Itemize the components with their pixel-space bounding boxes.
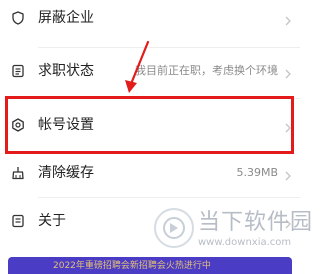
settings-item-label: 清除缓存 <box>38 165 94 181</box>
chevron-right-icon <box>284 65 292 79</box>
promo-banner[interactable]: 2022年重磅招聘会新招聘会火热进行中 <box>8 257 292 274</box>
settings-item-label: 关于 <box>38 213 66 229</box>
chevron-right-icon <box>284 167 292 181</box>
info-document-icon <box>11 214 25 228</box>
broom-icon <box>11 166 25 180</box>
settings-item-block-company[interactable]: 屏蔽企业 <box>0 0 300 48</box>
document-list-icon <box>11 64 25 78</box>
job-status-value: 我目前正在职，考虑换个环境 <box>135 64 278 77</box>
watermark-url: www.downxia.com <box>198 237 292 248</box>
settings-item-clear-cache[interactable]: 清除缓存 5.39MB <box>0 150 300 198</box>
banner-text: 2022年重磅招聘会新招聘会火热进行中 <box>53 261 211 271</box>
watermark-logo <box>154 208 194 248</box>
chevron-right-icon <box>284 12 292 26</box>
cache-size-value: 5.39MB <box>236 166 278 179</box>
settings-item-label: 求职状态 <box>38 63 94 79</box>
watermark-title: 当下软件园 <box>198 210 314 235</box>
highlight-box <box>5 96 294 154</box>
settings-item-label: 屏蔽企业 <box>38 10 94 26</box>
shield-icon <box>11 11 25 25</box>
settings-item-job-status[interactable]: 求职状态 我目前正在职，考虑换个环境 <box>0 48 300 96</box>
watermark: 当下软件园 www.downxia.com <box>154 208 312 256</box>
